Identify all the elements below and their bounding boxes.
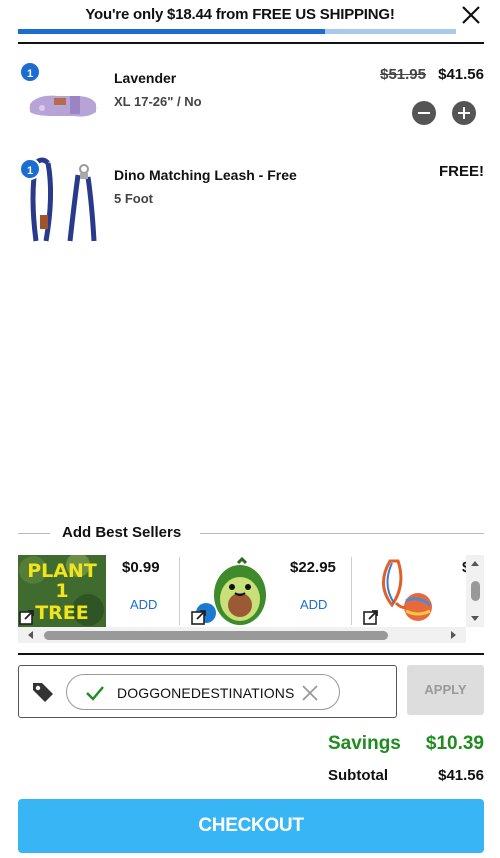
vertical-scrollbar[interactable] (466, 555, 484, 627)
scroll-up-arrow-icon[interactable] (471, 561, 479, 566)
scroll-left-arrow-icon[interactable] (28, 631, 33, 639)
best-seller-card: $22.95 ADD (190, 555, 350, 627)
best-sellers-title: Add Best Sellers (62, 524, 182, 541)
plant-text: PLANT (27, 560, 97, 582)
item-variant: XL 17-26" / No (114, 94, 202, 109)
item-title[interactable]: Lavender (114, 70, 176, 86)
subtotal-value: $41.56 (438, 767, 484, 784)
best-seller-card: $ (362, 555, 466, 627)
remove-discount-icon[interactable] (301, 684, 319, 702)
check-icon (86, 686, 104, 701)
best-sellers-header: Add Best Sellers (18, 524, 484, 544)
scrollbar-thumb[interactable] (471, 581, 480, 601)
external-link-icon[interactable] (19, 609, 35, 625)
checkout-button[interactable]: CHECKOUT (18, 799, 484, 853)
divider (18, 653, 484, 655)
original-price: $51.95 (380, 66, 426, 83)
cart-item: 1 Dino Matching Leash - Free 5 Foot FREE… (18, 155, 484, 250)
subtotal-label: Subtotal (328, 767, 388, 784)
best-seller-card: PLANT 1 TREE $0.99 ADD (18, 555, 178, 627)
best-seller-price: $22.95 (290, 559, 336, 576)
external-link-icon[interactable] (191, 609, 207, 625)
divider (179, 557, 180, 625)
discount-code: DOGGONEDESTINATIONS (117, 685, 295, 701)
savings-label: Savings (328, 733, 401, 754)
divider (351, 557, 352, 625)
item-variant: 5 Foot (114, 191, 153, 206)
shipping-progress-fill (18, 29, 325, 34)
best-sellers-carousel[interactable]: PLANT 1 TREE $0.99 ADD $22.95 ADD (18, 555, 466, 627)
divider (200, 533, 484, 534)
scroll-right-arrow-icon[interactable] (451, 631, 456, 639)
close-icon (462, 6, 480, 24)
divider (18, 42, 484, 44)
applied-discount-pill: DOGGONEDESTINATIONS (66, 674, 340, 710)
add-best-seller-button[interactable]: ADD (300, 597, 327, 612)
savings-value: $10.39 (425, 733, 484, 754)
discount-code-field[interactable]: DOGGONEDESTINATIONS (18, 665, 397, 718)
item-title[interactable]: Dino Matching Leash - Free (114, 167, 297, 183)
add-best-seller-button[interactable]: ADD (130, 597, 157, 612)
divider (18, 533, 50, 534)
free-price: FREE! (439, 163, 484, 180)
decrease-quantity-button[interactable] (412, 101, 436, 125)
tree-text: TREE (35, 602, 89, 624)
horizontal-scrollbar[interactable] (18, 627, 466, 643)
quantity-badge: 1 (19, 61, 41, 83)
tag-icon (33, 683, 53, 702)
increase-quantity-button[interactable] (452, 101, 476, 125)
cart-item: 1 Lavender XL 17-26" / No $51.95 $41.56 (18, 58, 484, 138)
shipping-progress-bar (18, 29, 456, 34)
free-shipping-message: You're only $18.44 from FREE US SHIPPING… (85, 6, 395, 23)
scroll-down-arrow-icon[interactable] (471, 616, 479, 621)
one-text: 1 (55, 580, 68, 602)
external-link-icon[interactable] (363, 609, 379, 625)
close-button[interactable] (460, 4, 482, 26)
scrollbar-thumb[interactable] (44, 631, 388, 640)
best-seller-price: $0.99 (122, 559, 160, 576)
quantity-badge: 1 (19, 158, 41, 180)
sale-price: $41.56 (438, 66, 484, 83)
apply-button[interactable]: APPLY (407, 665, 484, 715)
